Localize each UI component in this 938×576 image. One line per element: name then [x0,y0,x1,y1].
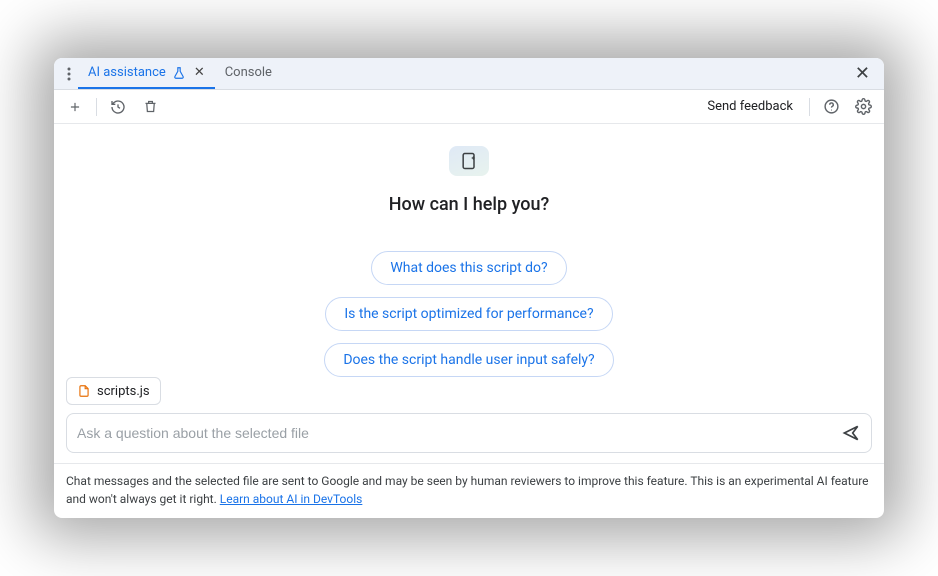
help-button[interactable] [820,96,842,118]
toolbar: Send feedback [54,90,884,124]
disclaimer-text: Chat messages and the selected file are … [66,474,869,506]
file-icon [77,383,91,399]
close-panel-button[interactable]: ✕ [847,63,878,84]
delete-button[interactable] [139,96,161,118]
send-button[interactable] [841,423,861,443]
page-heading: How can I help you? [389,194,549,215]
tab-console[interactable]: Console [215,58,282,89]
help-icon [823,98,840,115]
kebab-menu[interactable] [60,67,78,81]
settings-button[interactable] [852,96,874,118]
main-content: How can I help you? What does this scrip… [54,124,884,463]
tab-label: AI assistance [88,65,166,80]
flask-icon [172,66,186,80]
suggestion-list: What does this script do? Is the script … [324,251,613,377]
new-chat-button[interactable] [64,96,86,118]
separator [96,98,97,116]
history-icon [110,99,126,115]
disclaimer: Chat messages and the selected file are … [54,463,884,518]
input-row [54,413,884,463]
context-file-name: scripts.js [97,384,150,399]
close-tab-icon[interactable]: ✕ [194,65,205,80]
devtools-panel: AI assistance ✕ Console ✕ [54,58,884,518]
suggestion-chip[interactable]: What does this script do? [371,251,566,285]
tab-bar: AI assistance ✕ Console ✕ [54,58,884,90]
suggestion-chip[interactable]: Does the script handle user input safely… [324,343,613,377]
more-vertical-icon [67,67,71,81]
history-button[interactable] [107,96,129,118]
send-feedback-link[interactable]: Send feedback [701,99,799,114]
tab-label: Console [225,65,272,80]
prompt-input[interactable] [77,425,831,441]
gear-icon [855,98,872,115]
sparkle-code-icon [459,151,479,171]
send-icon [841,423,861,443]
suggestion-chip[interactable]: Is the script optimized for performance? [325,297,612,331]
context-file-chip[interactable]: scripts.js [66,377,161,405]
tab-ai-assistance[interactable]: AI assistance ✕ [78,58,215,89]
prompt-input-wrap [66,413,872,453]
context-row: scripts.js [54,377,173,405]
trash-icon [143,99,158,114]
learn-more-link[interactable]: Learn about AI in DevTools [220,492,363,506]
separator [809,98,810,116]
hero-icon-container [449,146,489,176]
plus-icon [68,100,82,114]
